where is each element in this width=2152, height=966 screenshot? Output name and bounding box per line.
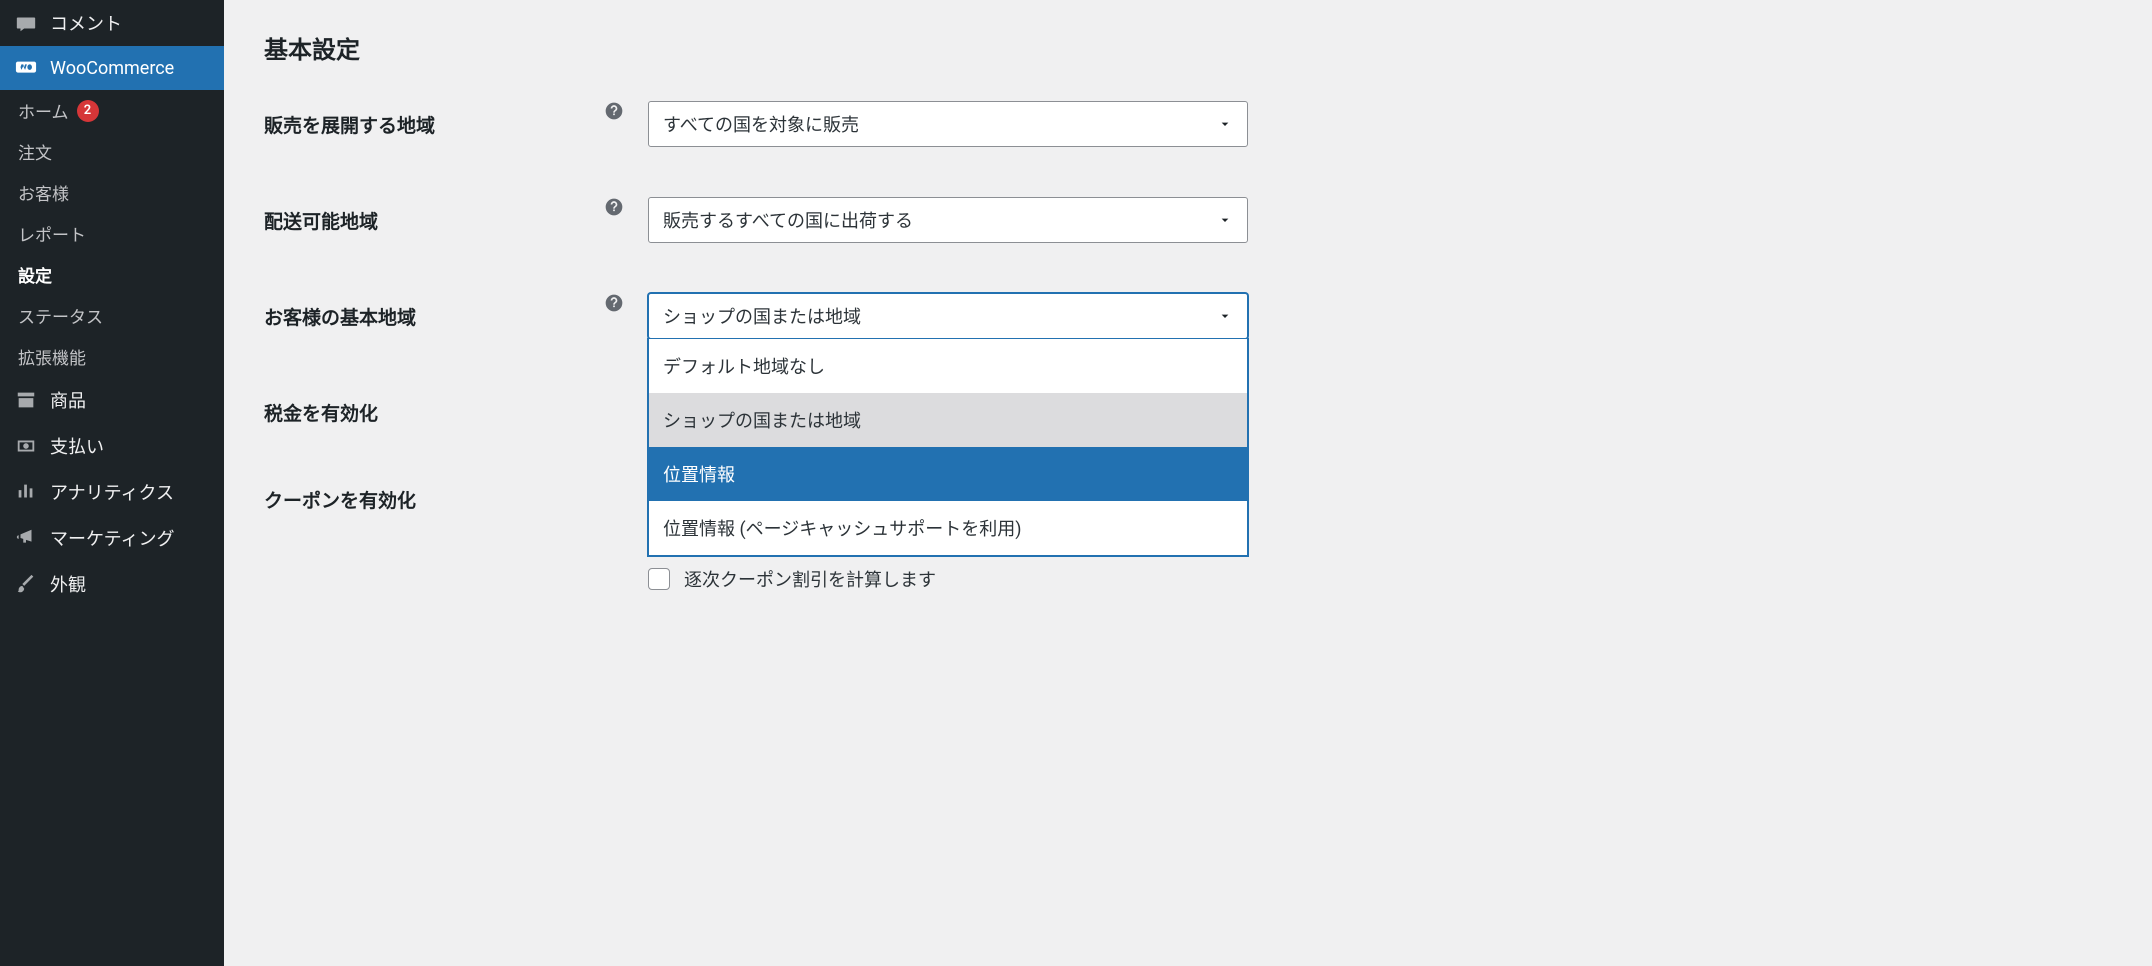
submenu-item-status[interactable]: ステータス [0,295,224,336]
woocommerce-icon [14,56,38,80]
submenu-label: 拡張機能 [18,344,86,369]
submenu-label: 注文 [18,139,52,164]
submenu-label: ステータス [18,303,103,328]
submenu-label: 設定 [18,262,52,287]
chevron-down-icon [1217,308,1233,324]
help-icon[interactable] [604,197,624,217]
checkbox-row-sequential-coupon: 逐次クーポン割引を計算します [648,566,1248,592]
chart-bar-icon [14,480,38,504]
comment-icon [14,11,38,35]
field-selling-locations: 販売を展開する地域 すべての国を対象に販売 [264,101,2112,147]
section-title: 基本設定 [264,30,2112,65]
default-customer-location-select[interactable]: ショップの国または地域 [648,293,1248,339]
archive-icon [14,388,38,412]
submenu-item-orders[interactable]: 注文 [0,131,224,172]
sidebar-item-appearance[interactable]: 外観 [0,561,224,607]
dropdown-option[interactable]: 位置情報 (ページキャッシュサポートを利用) [649,501,1247,555]
submenu-label: ホーム [18,98,69,123]
submenu-item-reports[interactable]: レポート [0,213,224,254]
select-value: すべての国を対象に販売 [663,115,859,136]
main-content: 基本設定 販売を展開する地域 すべての国を対象に販売 配送可能地域 販売するすべ… [224,0,2152,966]
field-default-customer-location: お客様の基本地域 ショップの国または地域 デフォルト地域なし ショップの国または… [264,293,2112,339]
money-icon [14,434,38,458]
sidebar-label: マーケティング [50,525,175,551]
dropdown-option[interactable]: 位置情報 [649,447,1247,501]
selling-locations-select[interactable]: すべての国を対象に販売 [648,101,1248,147]
sidebar-label: 商品 [50,387,86,413]
chevron-down-icon [1217,116,1233,132]
sidebar-item-marketing[interactable]: マーケティング [0,515,224,561]
sidebar-item-analytics[interactable]: アナリティクス [0,469,224,515]
field-label: 販売を展開する地域 [264,101,604,138]
submenu-item-home[interactable]: ホーム 2 [0,90,224,131]
woocommerce-submenu: ホーム 2 注文 お客様 レポート 設定 ステータス 拡張機能 [0,90,224,377]
select-value: ショップの国または地域 [663,307,861,328]
submenu-item-extensions[interactable]: 拡張機能 [0,336,224,377]
sequential-coupon-checkbox[interactable] [648,568,670,590]
default-customer-location-dropdown: デフォルト地域なし ショップの国または地域 位置情報 位置情報 (ページキャッシ… [648,339,1248,556]
sidebar-item-woocommerce[interactable]: WooCommerce [0,46,224,90]
sidebar-label: 外観 [50,571,86,597]
chevron-down-icon [1217,212,1233,228]
submenu-item-customers[interactable]: お客様 [0,172,224,213]
select-value: 販売するすべての国に出荷する [663,211,913,232]
sidebar-label: WooCommerce [50,58,174,79]
dropdown-option[interactable]: デフォルト地域なし [649,339,1247,393]
help-icon[interactable] [604,101,624,121]
brush-icon [14,572,38,596]
sidebar-item-products[interactable]: 商品 [0,377,224,423]
submenu-label: お客様 [18,180,69,205]
sidebar-item-payments[interactable]: 支払い [0,423,224,469]
notification-badge: 2 [77,100,99,122]
checkbox-label: 逐次クーポン割引を計算します [684,566,936,592]
shipping-locations-select[interactable]: 販売するすべての国に出荷する [648,197,1248,243]
help-icon[interactable] [604,293,624,313]
field-shipping-locations: 配送可能地域 販売するすべての国に出荷する [264,197,2112,243]
field-label: クーポンを有効化 [264,476,604,513]
submenu-label: レポート [18,221,86,246]
sidebar-label: アナリティクス [50,479,174,505]
sidebar-label: コメント [50,10,122,36]
field-label: 配送可能地域 [264,197,604,234]
field-label: お客様の基本地域 [264,293,604,330]
admin-sidebar: コメント WooCommerce ホーム 2 注文 お客様 レポート 設定 ステ… [0,0,224,966]
megaphone-icon [14,526,38,550]
field-label: 税金を有効化 [264,389,604,426]
sidebar-label: 支払い [50,433,104,459]
dropdown-option[interactable]: ショップの国または地域 [649,393,1247,447]
sidebar-item-comments[interactable]: コメント [0,0,224,46]
submenu-item-settings[interactable]: 設定 [0,254,224,295]
